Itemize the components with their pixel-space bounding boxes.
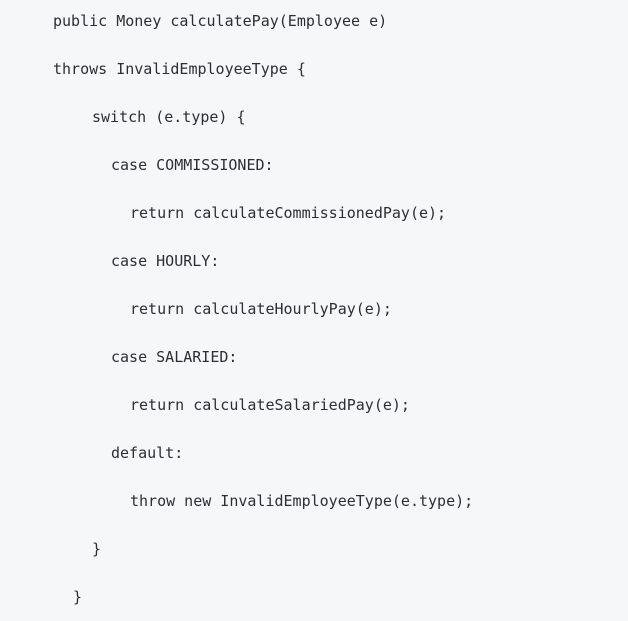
code-line-case-hourly: case HOURLY: (111, 252, 220, 270)
code-line-return-hourly: return calculateHourlyPay(e); (130, 300, 392, 318)
code-line-return-commissioned: return calculateCommissionedPay(e); (130, 204, 447, 222)
code-line-method-signature: public Money calculatePay(Employee e) (53, 12, 388, 30)
code-block: public Money calculatePay(Employee e) th… (0, 0, 628, 621)
code-line-default: default: (111, 444, 184, 462)
code-line-case-salaried: case SALARIED: (111, 348, 238, 366)
code-line-case-commissioned: case COMMISSIONED: (111, 156, 274, 174)
code-line-switch: switch (e.type) { (92, 108, 246, 126)
code-line-close-method: } (73, 588, 83, 606)
code-line-close-switch: } (92, 540, 102, 558)
code-line-throw: throw new InvalidEmployeeType(e.type); (130, 492, 474, 510)
code-line-return-salaried: return calculateSalariedPay(e); (130, 396, 410, 414)
code-line-throws-clause: throws InvalidEmployeeType { (53, 60, 306, 78)
